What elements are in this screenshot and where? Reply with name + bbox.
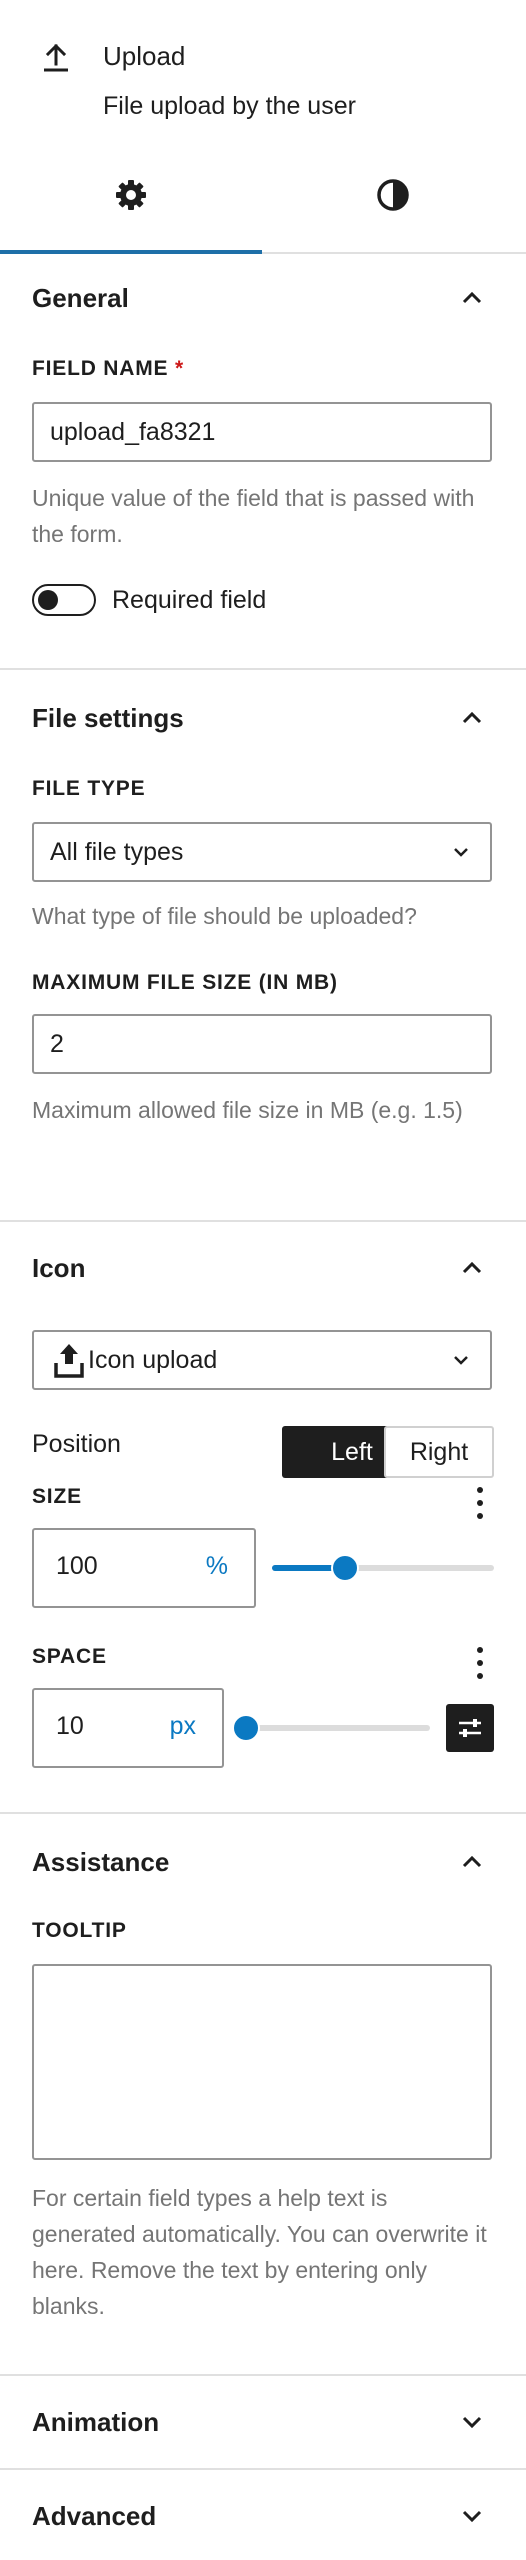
space-value: 10 [56, 1712, 84, 1740]
file-type-select[interactable]: All file types [32, 822, 492, 882]
chevron-up-icon[interactable] [458, 704, 486, 732]
tooltip-textarea[interactable] [32, 1964, 492, 2160]
space-slider-thumb[interactable] [232, 1714, 260, 1742]
panel-file-settings-title[interactable]: File settings [32, 702, 184, 734]
sliders-icon [459, 1719, 481, 1737]
chevron-down-icon [454, 848, 468, 857]
file-type-help: What type of file should be uploaded? [32, 903, 417, 929]
space-unit[interactable]: px [170, 1712, 196, 1741]
chevron-down-icon [454, 1356, 468, 1365]
size-value: 100 [56, 1552, 98, 1580]
size-label: SIZE [32, 1485, 82, 1508]
block-title: Upload [103, 41, 186, 71]
inspector-tabs [0, 138, 526, 254]
tab-styles[interactable] [262, 138, 524, 252]
max-size-help: Maximum allowed file size in MB (e.g. 1.… [32, 1097, 463, 1123]
chevron-down-icon[interactable] [458, 2408, 486, 2436]
panel-general: General FIELD NAME * upload_fa8321 Uniqu… [0, 254, 526, 670]
position-right-button[interactable]: Right [384, 1426, 494, 1478]
chevron-down-icon[interactable] [458, 2502, 486, 2530]
file-type-value: All file types [50, 837, 184, 866]
panel-animation[interactable]: Animation [0, 2376, 526, 2470]
file-type-label: FILE TYPE [32, 777, 146, 800]
panel-file-settings: File settings FILE TYPE All file types W… [0, 670, 526, 1222]
space-slider-track[interactable] [246, 1725, 430, 1731]
size-slider-track[interactable] [272, 1565, 494, 1571]
panel-assistance-title[interactable]: Assistance [32, 1846, 169, 1878]
required-toggle-label[interactable]: Required field [112, 584, 266, 616]
tab-settings[interactable] [0, 138, 262, 254]
chevron-up-icon[interactable] [458, 1254, 486, 1282]
chevron-up-icon[interactable] [458, 284, 486, 312]
panel-general-title[interactable]: General [32, 282, 129, 314]
position-label: Position [32, 1430, 121, 1458]
max-size-label: MAXIMUM FILE SIZE (IN MB) [32, 971, 338, 994]
block-description: File upload by the user [103, 92, 356, 120]
chevron-up-icon[interactable] [458, 1848, 486, 1876]
panel-advanced[interactable]: Advanced [0, 2470, 526, 2560]
icon-select[interactable]: Icon upload [32, 1330, 492, 1390]
icon-select-value: Icon upload [88, 1345, 218, 1374]
panel-animation-title[interactable]: Animation [32, 2406, 159, 2438]
required-toggle[interactable] [32, 584, 96, 616]
block-header: Upload File upload by the user [0, 0, 526, 138]
panel-icon-title[interactable]: Icon [32, 1252, 85, 1284]
more-options-icon[interactable] [476, 1486, 484, 1520]
panel-icon: Icon Icon upload Position Left Right SIZ… [0, 1222, 526, 1814]
panel-advanced-title[interactable]: Advanced [32, 2500, 156, 2532]
field-name-help: Unique value of the field that is passed… [32, 485, 475, 547]
size-input[interactable]: 100 % [32, 1528, 256, 1608]
field-name-label: FIELD NAME * [32, 357, 184, 380]
gear-icon [116, 180, 146, 210]
space-label: SPACE [32, 1645, 107, 1668]
more-options-icon[interactable] [476, 1646, 484, 1680]
contrast-icon [377, 179, 409, 211]
space-input[interactable]: 10 px [32, 1688, 224, 1768]
upload-icon [44, 43, 68, 72]
size-slider-thumb[interactable] [331, 1554, 360, 1582]
tooltip-help: For certain field types a help text is g… [32, 2185, 487, 2319]
upload-icon [54, 1344, 84, 1378]
custom-value-button[interactable] [446, 1704, 494, 1752]
max-size-input[interactable]: 2 [32, 1014, 492, 1074]
field-name-input[interactable]: upload_fa8321 [32, 402, 492, 462]
required-asterisk: * [174, 357, 184, 380]
tooltip-label: TOOLTIP [32, 1919, 127, 1942]
panel-assistance: Assistance TOOLTIP For certain field typ… [0, 1814, 526, 2376]
size-unit[interactable]: % [206, 1552, 228, 1581]
